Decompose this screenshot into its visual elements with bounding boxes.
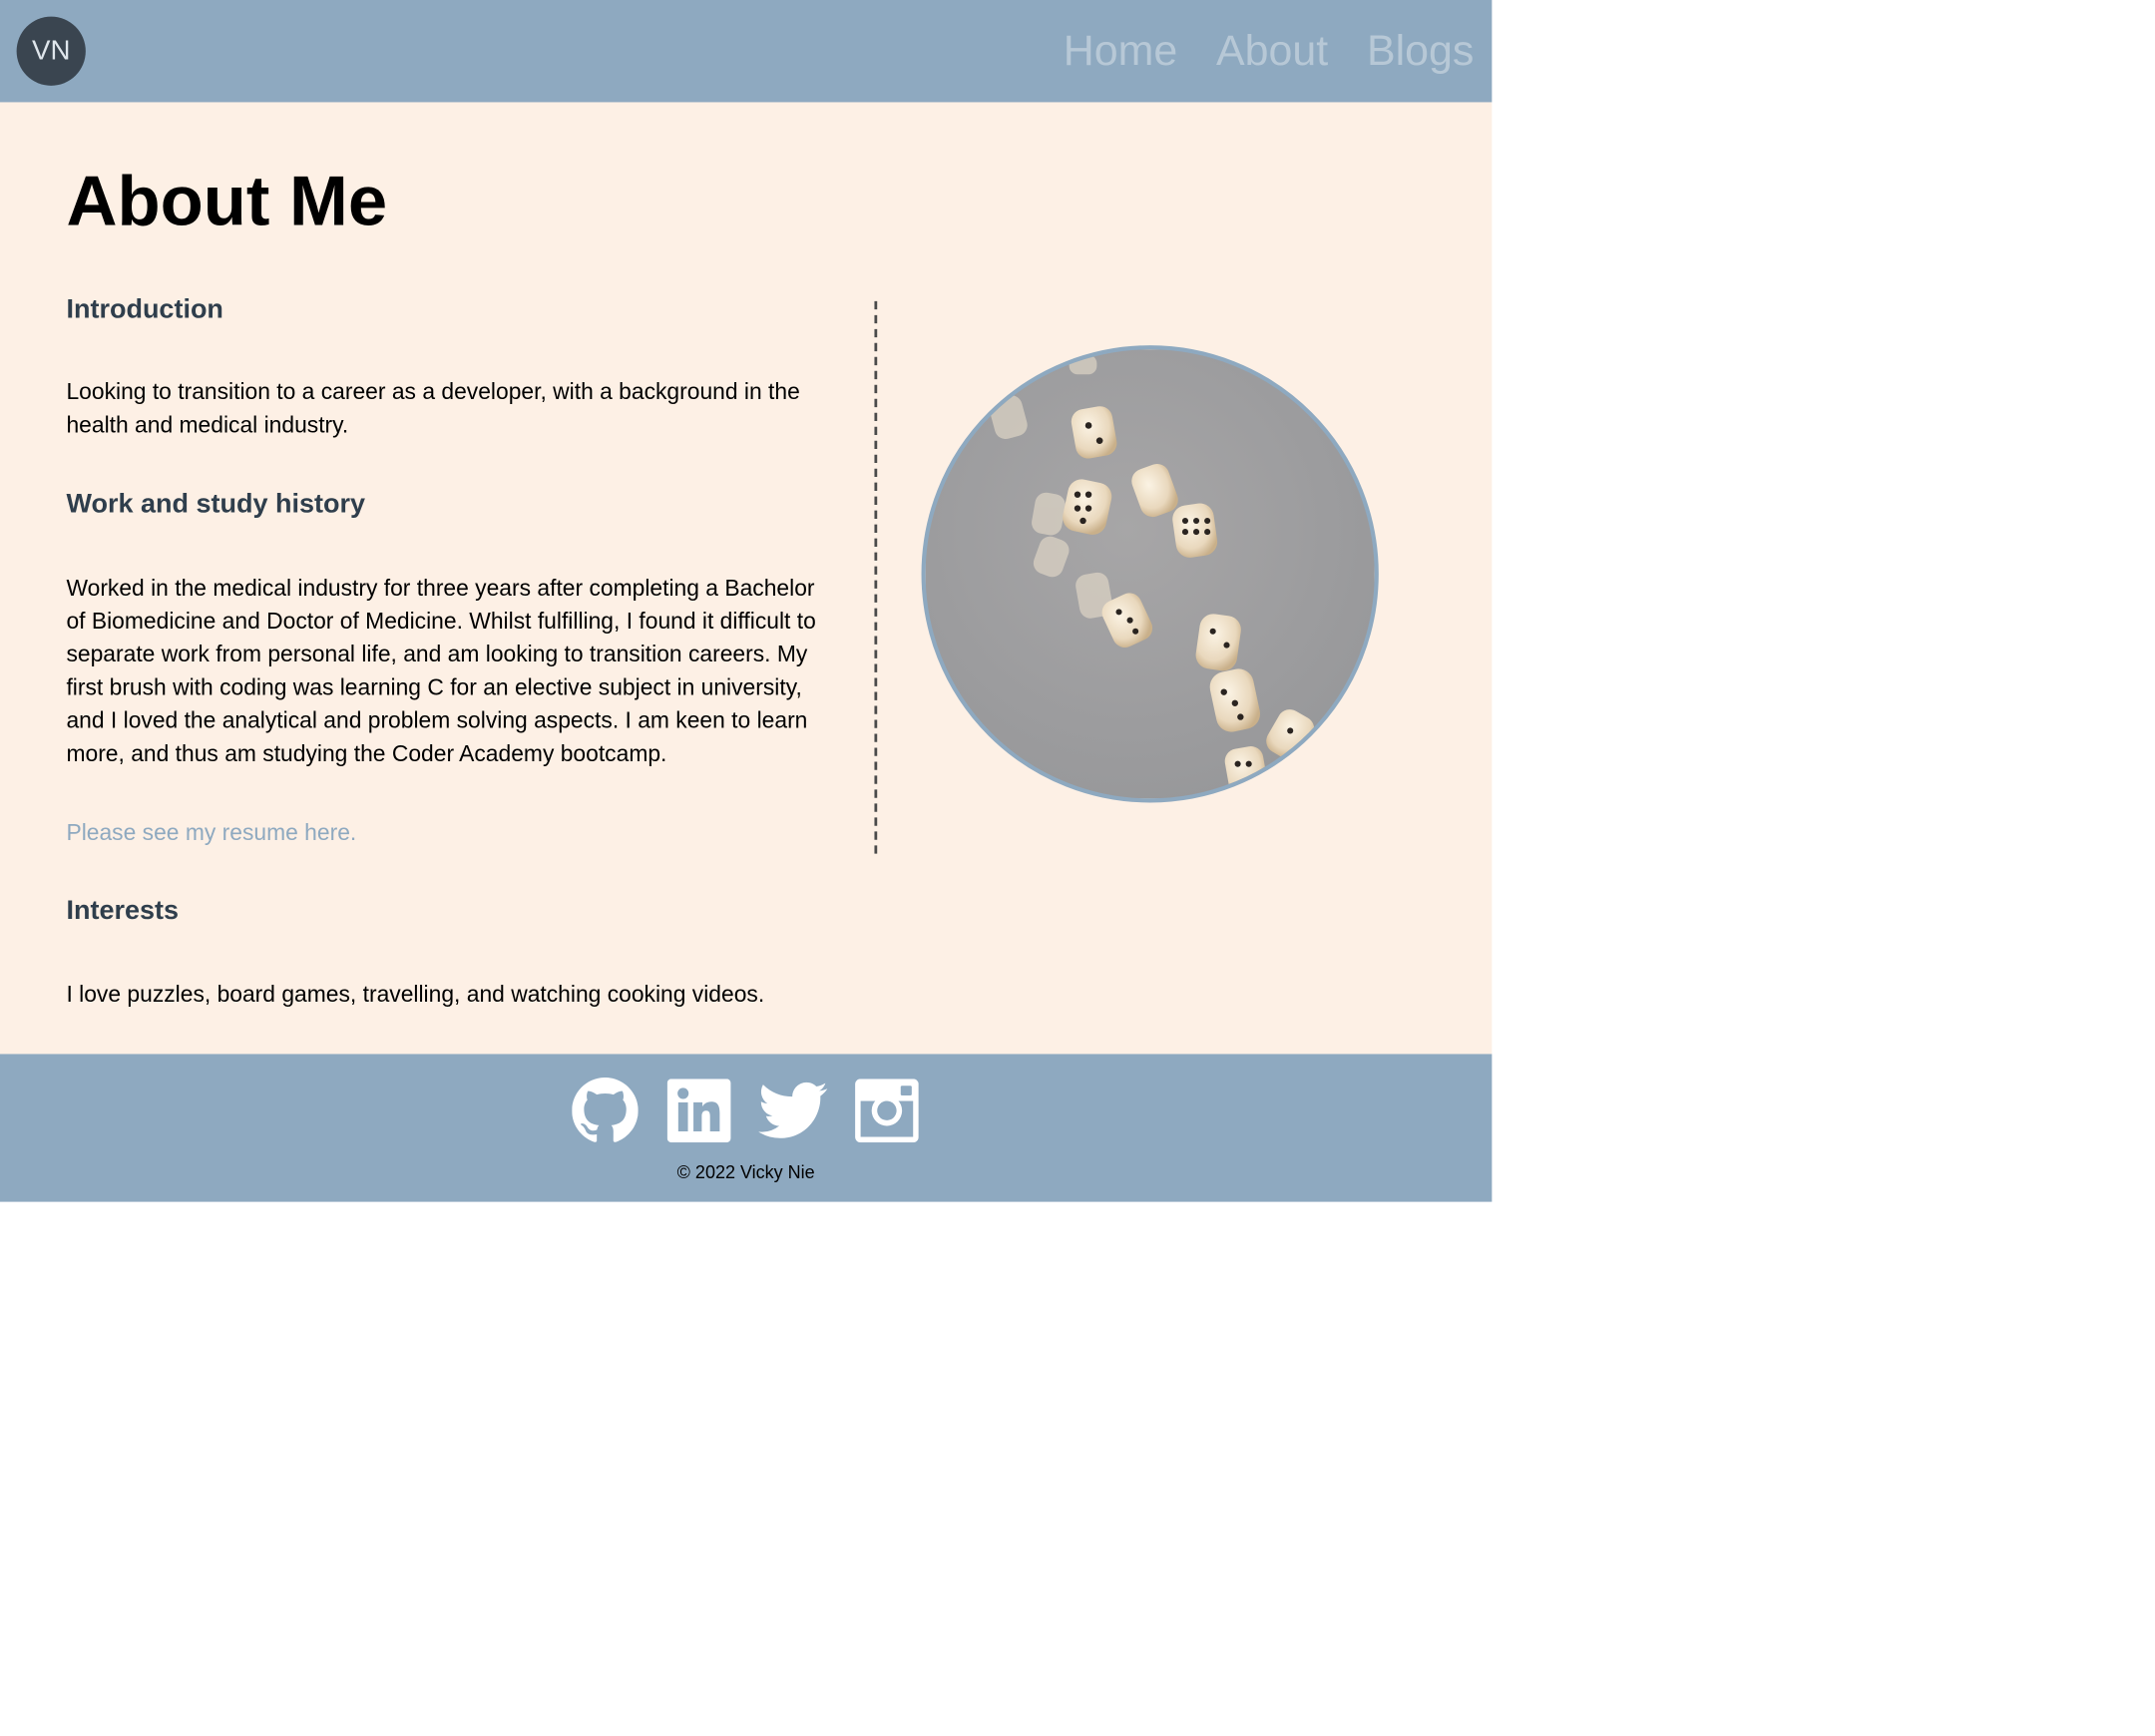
resume-line: Please see my resume here. [66,816,832,849]
logo-avatar[interactable]: VN [16,16,86,86]
main-nav: Home About Blogs [1064,0,1475,102]
linkedin-icon [666,1079,731,1143]
copyright-text: © 2022 Vicky Nie [676,1161,815,1183]
introduction-text: Looking to transition to a career as a d… [66,380,800,439]
instagram-link[interactable] [852,1077,921,1145]
instagram-icon [855,1079,919,1143]
site-footer: © 2022 Vicky Nie [0,1054,1493,1202]
introduction-heading: Introduction [66,293,223,325]
nav-home-link[interactable]: Home [1064,26,1178,76]
dice-photo [921,345,1379,803]
resume-link[interactable]: Please see my resume here. [66,820,356,845]
site-header: VN Home About Blogs [0,0,1493,103]
linkedin-link[interactable] [664,1077,733,1145]
github-link[interactable] [571,1077,640,1145]
main-content: About Me Introduction Looking to transit… [0,102,1493,1055]
page-title: About Me [66,161,388,240]
twitter-icon [758,1082,828,1138]
nav-about-link[interactable]: About [1216,26,1328,76]
history-text: Worked in the medical industry for three… [66,576,816,767]
dice-illustration [989,354,1315,796]
nav-blogs-link[interactable]: Blogs [1367,26,1474,76]
site: VN Home About Blogs About Me Introductio… [0,0,1493,1202]
interests-text: I love puzzles, board games, travelling,… [66,982,765,1008]
twitter-link[interactable] [758,1077,828,1145]
history-heading: Work and study history [66,489,366,521]
interests-heading: Interests [66,894,180,926]
social-links [0,1077,1492,1145]
about-text-column: Introduction Looking to transition to a … [66,294,832,1012]
column-divider [874,300,878,854]
github-icon [572,1077,639,1142]
